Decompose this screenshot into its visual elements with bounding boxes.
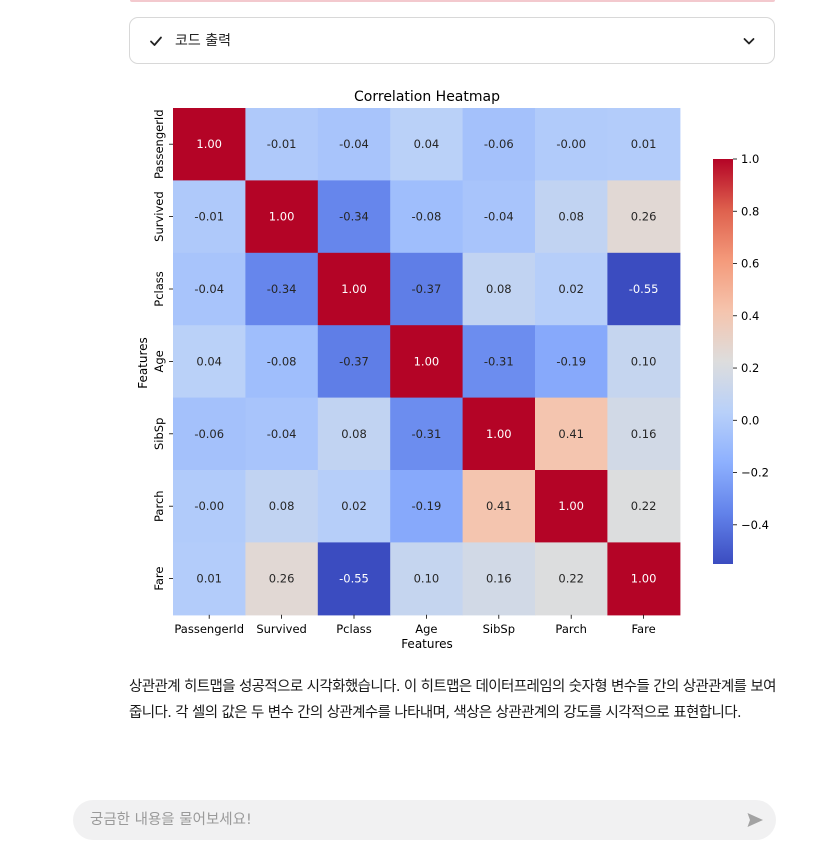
previous-block-edge	[130, 0, 775, 2]
heatmap-cell-value: -0.01	[194, 210, 224, 224]
heatmap-cell-value: 0.04	[196, 354, 222, 368]
colorbar-tick-label: 1.0	[741, 152, 759, 166]
y-axis-label: Features	[136, 337, 150, 389]
x-tick-label: Age	[415, 622, 437, 636]
heatmap-cell-value: 0.16	[631, 427, 657, 441]
heatmap-cell-value: -0.04	[267, 427, 297, 441]
heatmap-cell-value: 0.41	[558, 427, 584, 441]
heatmap-cell-value: 1.00	[196, 137, 222, 151]
heatmap-cell-value: 0.08	[341, 427, 367, 441]
chevron-down-icon[interactable]	[743, 36, 755, 46]
heatmap-cell-value: 1.00	[341, 282, 367, 296]
heatmap-cell-value: 1.00	[558, 499, 584, 513]
heatmap-cell-value: -0.06	[484, 137, 514, 151]
heatmap-cell-value: -0.34	[339, 210, 369, 224]
colorbar-tick-label: 0.2	[741, 361, 759, 375]
heatmap-cell-value: 0.02	[341, 499, 367, 513]
heatmap-chart: Correlation Heatmap 1.00 -0.01 -0.04 0.04 -0…	[136, 89, 769, 651]
heatmap-cell-value: 0.26	[269, 572, 295, 586]
heatmap-cell-value: 0.01	[196, 572, 222, 586]
heatmap-cell-value: 1.00	[269, 210, 295, 224]
colorbar-tick-label: −0.2	[741, 466, 769, 480]
heatmap-cell-value: -0.00	[556, 137, 586, 151]
x-tick-label: Parch	[555, 622, 587, 636]
heatmap-cell-value: 0.16	[486, 572, 512, 586]
y-tick-label: Parch	[152, 490, 166, 522]
heatmap-cell-value: 0.04	[414, 137, 440, 151]
y-tick-label: Survived	[152, 191, 166, 242]
x-axis-label: Features	[401, 637, 453, 651]
heatmap-cell-value: 0.02	[558, 282, 584, 296]
chart-title: Correlation Heatmap	[354, 89, 500, 105]
heatmap-cell-value: -0.04	[194, 282, 224, 296]
heatmap-cell-value: 0.41	[486, 499, 512, 513]
y-tick-label: SibSp	[152, 418, 166, 450]
colorbar-tick-label: 0.4	[741, 309, 759, 323]
correlation-heatmap-figure: Correlation Heatmap 1.00 -0.01 -0.04 0.04 -0…	[129, 80, 789, 660]
colorbar	[713, 159, 733, 564]
heatmap-cell-value: 0.08	[486, 282, 512, 296]
heatmap-cell-value: 0.10	[631, 354, 657, 368]
y-tick-label: Fare	[152, 567, 166, 591]
heatmap-cell-value: 0.08	[269, 499, 295, 513]
y-tick-label: Age	[152, 350, 166, 372]
heatmap-cell-value: -0.08	[412, 210, 442, 224]
x-tick-label: PassengerId	[174, 622, 244, 636]
heatmap-cell-value: 1.00	[414, 354, 440, 368]
heatmap-cell-value: -0.08	[267, 354, 297, 368]
colorbar-tick-label: −0.4	[741, 518, 769, 532]
heatmap-cell-value: -0.19	[412, 499, 442, 513]
colorbar-tick-label: 0.8	[741, 204, 759, 218]
heatmap-cell-value: 1.00	[486, 427, 512, 441]
x-tick-label: Pclass	[336, 622, 371, 636]
chat-input[interactable]	[90, 800, 710, 840]
heatmap-cell-value: -0.31	[484, 354, 514, 368]
heatmap-cell-value: 0.01	[631, 137, 657, 151]
heatmap-cell-value: -0.01	[267, 137, 297, 151]
heatmap-cell-value: -0.19	[556, 354, 586, 368]
heatmap-cell-value: 0.08	[558, 210, 584, 224]
y-tick-label: PassengerId	[152, 109, 166, 179]
x-tick-label: Survived	[256, 622, 307, 636]
heatmap-cell-value: 0.22	[631, 499, 657, 513]
heatmap-cell-value: -0.31	[412, 427, 442, 441]
assistant-message: 상관관계 히트맵을 성공적으로 시각화했습니다. 이 히트맵은 데이터프레임의 …	[129, 679, 776, 721]
heatmap-cell-value: -0.06	[194, 427, 224, 441]
heatmap-cell-value: 0.22	[558, 572, 584, 586]
x-tick-label: Fare	[632, 622, 656, 636]
heatmap-cell-value: -0.37	[412, 282, 442, 296]
colorbar-tick-label: 0.6	[741, 257, 759, 271]
heatmap-cell-value: 1.00	[631, 572, 657, 586]
send-icon[interactable]	[746, 811, 764, 829]
y-tick-label: Pclass	[152, 271, 166, 306]
heatmap-cell-value: -0.04	[339, 137, 369, 151]
chat-input-bar	[73, 800, 776, 840]
heatmap-cell-value: -0.04	[484, 210, 514, 224]
check-icon	[150, 36, 162, 46]
colorbar-tick-label: 0.0	[741, 413, 759, 427]
heatmap-cell-value: 0.26	[631, 210, 657, 224]
heatmap-cell-value: -0.37	[339, 354, 369, 368]
x-tick-label: SibSp	[483, 622, 515, 636]
heatmap-cell-value: -0.34	[267, 282, 297, 296]
heatmap-cell-value: 0.10	[414, 572, 440, 586]
heatmap-cell-value: -0.55	[629, 282, 659, 296]
code-output-label: 코드 출력	[175, 33, 231, 49]
heatmap-cell-value: -0.00	[194, 499, 224, 513]
code-output-toggle[interactable]: 코드 출력	[129, 17, 775, 64]
heatmap-cell-value: -0.55	[339, 572, 369, 586]
